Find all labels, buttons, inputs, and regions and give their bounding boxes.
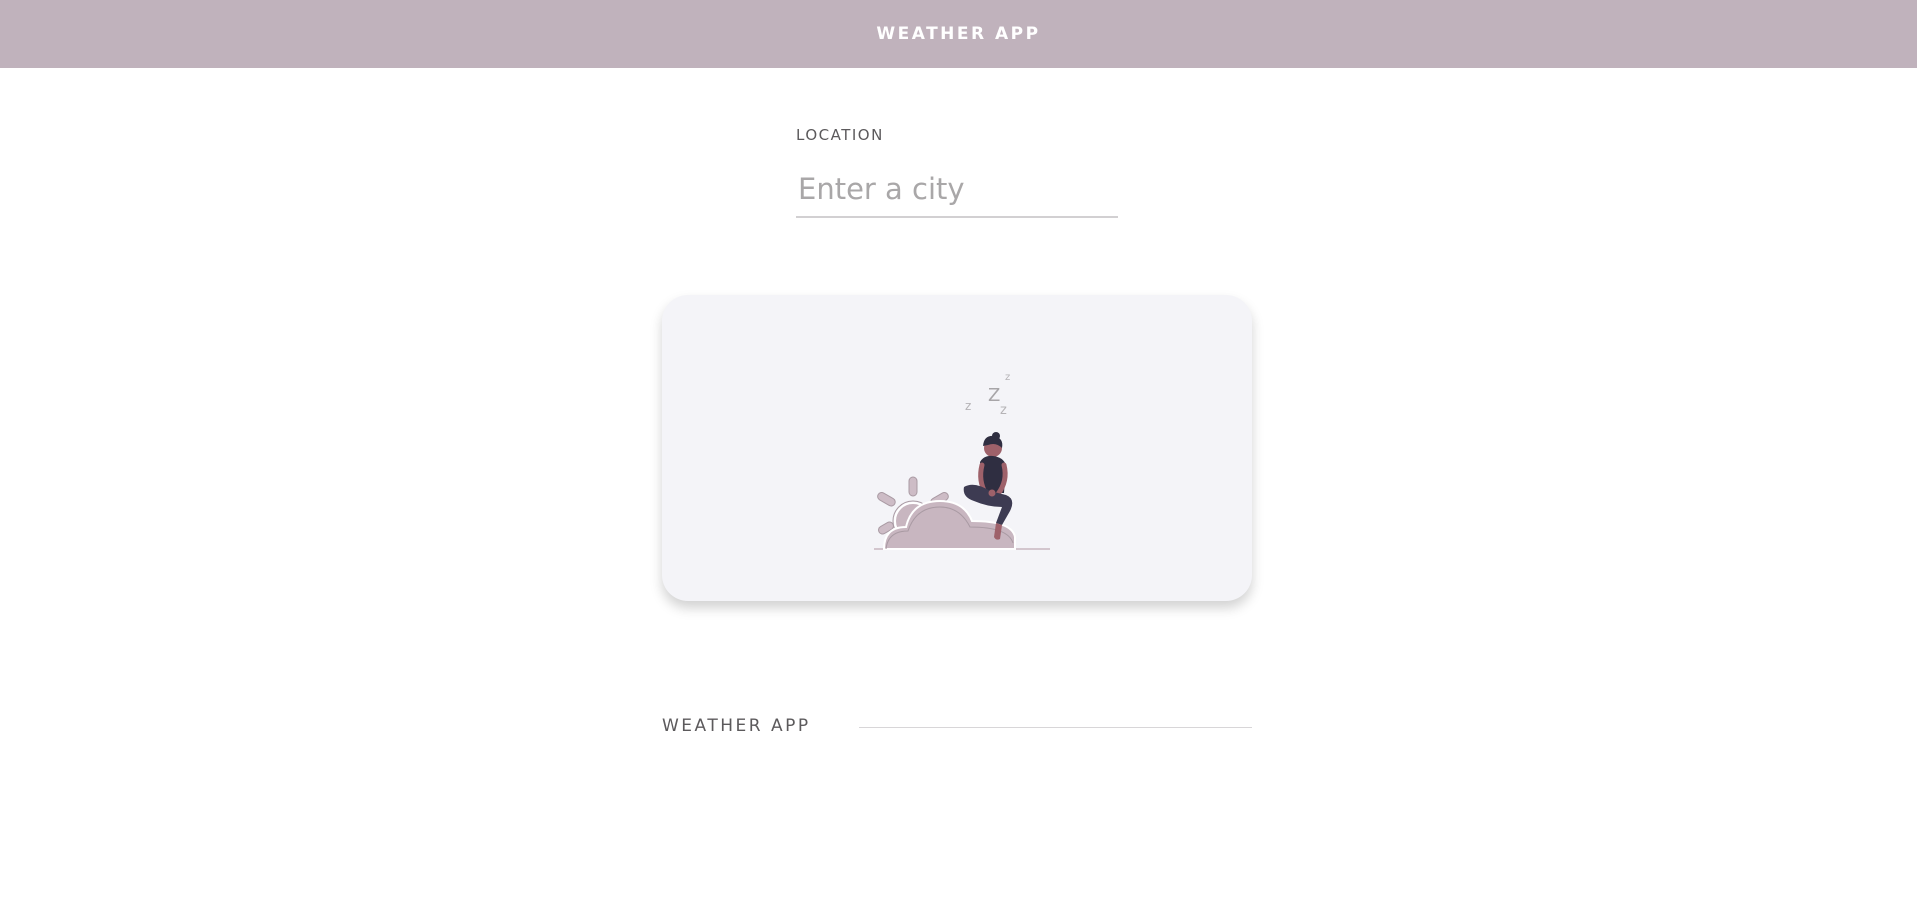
weather-card: z Z z z [662, 295, 1252, 601]
svg-text:z: z [1000, 403, 1007, 418]
city-search-input[interactable] [796, 162, 1118, 218]
location-search: LOCATION [796, 126, 1118, 218]
sleeping-person-on-cloud-illustration: z Z z z [874, 372, 1050, 550]
app-footer: WEATHER APP [662, 713, 1252, 739]
app-header: WEATHER APP [0, 0, 1917, 68]
svg-text:z: z [1005, 372, 1010, 383]
footer-title: WEATHER APP [662, 716, 811, 736]
svg-text:Z: Z [988, 385, 1000, 406]
app-title: WEATHER APP [876, 23, 1041, 44]
footer-divider [859, 727, 1252, 728]
sleep-marks: z Z z z [965, 372, 1010, 418]
svg-text:z: z [965, 399, 971, 413]
location-label: LOCATION [796, 126, 884, 144]
